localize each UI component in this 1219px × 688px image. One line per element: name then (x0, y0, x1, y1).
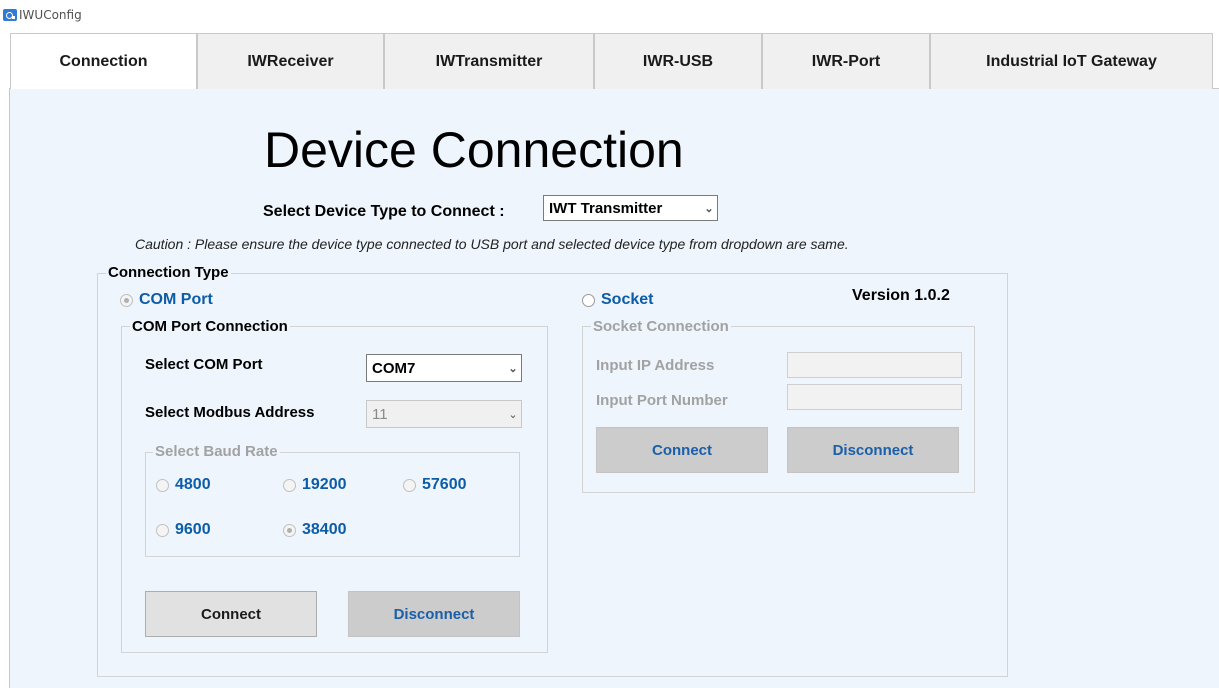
socket-radio[interactable]: Socket (582, 291, 653, 309)
baud-4800-radio[interactable]: 4800 (156, 476, 211, 494)
tab-label: IWR-Port (811, 52, 881, 70)
version-label: Version 1.0.2 (852, 287, 950, 304)
radio-circle (283, 478, 296, 492)
baud-9600-label: 9600 (175, 521, 211, 538)
baud-rate-group (145, 452, 520, 557)
tab-label: IWTransmitter (435, 52, 543, 70)
tab-label: Connection (59, 52, 148, 70)
chevron-down-icon: ⌄ (508, 408, 518, 421)
port-number-label: Input Port Number (596, 392, 728, 409)
title-bar: IWUConfig (0, 0, 1219, 28)
ip-address-input[interactable] (787, 352, 962, 378)
radio-circle (120, 293, 133, 307)
chevron-down-icon: ⌄ (704, 202, 714, 215)
tab-label: IWR-USB (642, 52, 714, 70)
tab-iwtransmitter[interactable]: IWTransmitter (384, 33, 594, 89)
baud-9600-radio[interactable]: 9600 (156, 521, 211, 539)
modbus-address-value: 11 (372, 405, 388, 423)
baud-57600-label: 57600 (422, 476, 467, 493)
tab-label: IWReceiver (247, 52, 334, 70)
com-disconnect-button[interactable]: Disconnect (348, 591, 520, 637)
radio-circle (156, 478, 169, 492)
radio-circle (283, 523, 296, 537)
window-title: IWUConfig (19, 8, 82, 22)
com-port-value: COM7 (372, 359, 416, 377)
tab-iwr-usb[interactable]: IWR-USB (594, 33, 762, 89)
baud-57600-radio[interactable]: 57600 (403, 476, 467, 494)
baud-19200-label: 19200 (302, 476, 347, 493)
radio-circle (582, 293, 595, 307)
page-title: Device Connection (264, 122, 684, 178)
socket-connection-legend: Socket Connection (591, 318, 731, 335)
baud-4800-label: 4800 (175, 476, 211, 493)
radio-circle (403, 478, 416, 492)
chevron-down-icon: ⌄ (508, 362, 518, 375)
caution-text: Caution : Please ensure the device type … (135, 236, 849, 252)
baud-38400-radio[interactable]: 38400 (283, 521, 347, 539)
tab-iwr-port[interactable]: IWR-Port (762, 33, 930, 89)
com-port-connection-legend: COM Port Connection (130, 318, 290, 335)
port-number-input[interactable] (787, 384, 962, 410)
socket-connect-button[interactable]: Connect (596, 427, 768, 473)
baud-38400-label: 38400 (302, 521, 347, 538)
ip-address-label: Input IP Address (596, 357, 715, 374)
device-type-label: Select Device Type to Connect : (263, 203, 505, 220)
tab-label: Industrial IoT Gateway (986, 52, 1157, 70)
modbus-address-dropdown[interactable]: 11 ⌄ (366, 400, 522, 428)
com-port-radio[interactable]: COM Port (120, 291, 213, 309)
tab-iwreceiver[interactable]: IWReceiver (197, 33, 384, 89)
com-connect-button[interactable]: Connect (145, 591, 317, 637)
modbus-address-label: Select Modbus Address (145, 404, 315, 421)
device-type-dropdown[interactable]: IWT Transmitter ⌄ (543, 195, 718, 221)
radio-circle (156, 523, 169, 537)
socket-radio-label: Socket (601, 291, 654, 308)
com-port-radio-label: COM Port (139, 291, 213, 308)
baud-rate-legend: Select Baud Rate (153, 443, 280, 460)
socket-disconnect-button[interactable]: Disconnect (787, 427, 959, 473)
baud-19200-radio[interactable]: 19200 (283, 476, 347, 494)
com-port-dropdown[interactable]: COM7 ⌄ (366, 354, 522, 382)
connection-type-legend: Connection Type (106, 264, 231, 281)
tab-connection[interactable]: Connection (10, 33, 197, 89)
com-port-label: Select COM Port (145, 356, 263, 373)
app-icon (3, 9, 17, 21)
device-type-value: IWT Transmitter (549, 199, 663, 217)
tab-industrial-iot-gateway[interactable]: Industrial IoT Gateway (930, 33, 1213, 89)
